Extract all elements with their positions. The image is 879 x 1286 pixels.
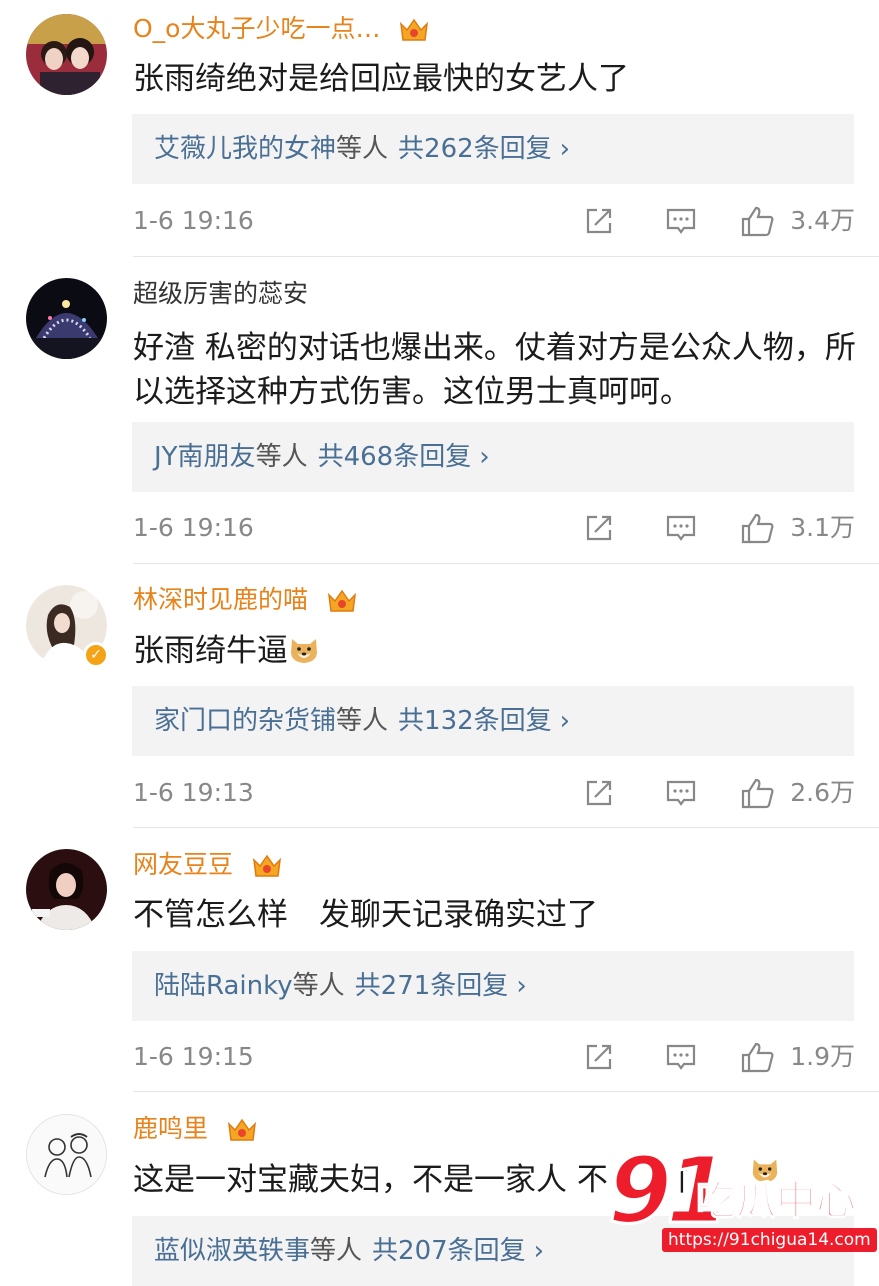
reply-users[interactable]: 家门口的杂货铺	[154, 706, 336, 736]
comment-icon[interactable]	[665, 777, 697, 809]
reply-count[interactable]: 共271条回复	[355, 971, 509, 1001]
comment-text: 好渣 私密的对话也爆出来。仗着对方是公众人物，所以选择这种方式伤害。这位男士真呵…	[133, 330, 856, 410]
comment-icon[interactable]	[665, 512, 697, 544]
reply-count[interactable]: 共207条回复	[372, 1236, 526, 1266]
like-count: 3.4万	[790, 206, 855, 235]
crown-badge-icon	[227, 1118, 256, 1141]
like-button[interactable]: 1.9万	[741, 1037, 855, 1077]
verified-badge-icon: ✓	[83, 642, 109, 668]
like-count: 2.6万	[790, 778, 855, 807]
divider	[133, 1091, 879, 1092]
username-text: 林深时见鹿的喵	[133, 585, 309, 614]
thumbs-up-icon	[741, 1042, 774, 1073]
timestamp: 1-6 19:15	[133, 1042, 254, 1071]
comment-meta: 1-6 19:15 1.9万	[133, 1037, 855, 1077]
reply-count[interactable]: 共468条回复	[318, 442, 472, 472]
divider	[133, 563, 879, 564]
reply-count[interactable]: 共132条回复	[398, 706, 552, 736]
doge-emoji	[291, 639, 317, 663]
reply-users[interactable]: 艾薇儿我的女神	[154, 134, 336, 164]
timestamp: 1-6 19:13	[133, 778, 254, 807]
comment-meta: 1-6 19:13 2.6万	[133, 773, 855, 813]
reply-suffix: 等人	[336, 134, 389, 164]
username-text: 鹿鸣里	[133, 1114, 209, 1143]
avatar[interactable]	[26, 14, 107, 95]
share-icon[interactable]	[583, 205, 615, 237]
divider	[133, 827, 879, 828]
like-count: 1.9万	[790, 1042, 855, 1071]
crown-badge-icon	[252, 854, 281, 877]
reply-suffix: 等人	[292, 971, 345, 1001]
crown-badge-icon	[327, 589, 356, 612]
watermark-url: https://91chigua14.com	[662, 1228, 877, 1252]
timestamp: 1-6 19:16	[133, 206, 254, 235]
comment-meta: 1-6 19:16 3.4万	[133, 201, 855, 241]
avatar[interactable]	[26, 849, 107, 930]
thumbs-up-icon	[741, 513, 774, 544]
share-icon[interactable]	[583, 1041, 615, 1073]
timestamp: 1-6 19:16	[133, 513, 254, 542]
comment-text-body: 这是一对宝藏夫妇，不是一家人 不	[133, 1162, 608, 1198]
username[interactable]: 鹿鸣里	[133, 1112, 258, 1146]
reply-suffix: 等人	[255, 442, 308, 472]
chevron-right-icon: ›	[516, 971, 527, 1001]
comment-icon[interactable]	[665, 205, 697, 237]
like-button[interactable]: 3.1万	[741, 508, 855, 548]
username-text: 超级厉害的蕊安	[133, 279, 309, 308]
chevron-right-icon: ›	[559, 134, 571, 164]
chevron-right-icon: ›	[533, 1236, 545, 1266]
like-button[interactable]: 2.6万	[741, 773, 855, 813]
username[interactable]: 林深时见鹿的喵	[133, 583, 358, 617]
thumbs-up-icon	[741, 206, 774, 237]
username[interactable]: O_o大丸子少吃一点…	[133, 12, 430, 46]
chevron-right-icon: ›	[559, 706, 571, 736]
like-button[interactable]: 3.4万	[741, 201, 855, 241]
comment-text: 张雨绮牛逼	[133, 629, 863, 673]
share-icon[interactable]	[583, 512, 615, 544]
divider	[133, 256, 879, 257]
reply-preview[interactable]: 艾薇儿我的女神等人 共262条回复 ›	[132, 114, 854, 184]
reply-preview[interactable]: JY南朋友等人 共468条回复 ›	[132, 422, 854, 492]
reply-users[interactable]: 蓝似淑英轶事	[154, 1236, 310, 1266]
reply-preview[interactable]: 陆陆Rainky等人 共271条回复 ›	[132, 951, 854, 1021]
comment-meta: 1-6 19:16 3.1万	[133, 508, 855, 548]
watermark-logo: 91 吃瓜中心 https://91chigua14.com	[606, 1136, 877, 1256]
reply-users[interactable]: 陆陆Rainky	[154, 971, 293, 1001]
thumbs-up-icon	[741, 778, 774, 809]
username-text: O_o大丸子少吃一点…	[133, 14, 381, 43]
chevron-right-icon: ›	[479, 442, 490, 472]
username[interactable]: 网友豆豆	[133, 848, 283, 882]
watermark-name: 吃瓜中心	[695, 1177, 857, 1225]
comment-icon[interactable]	[665, 1041, 697, 1073]
reply-preview[interactable]: 家门口的杂货铺等人 共132条回复 ›	[132, 686, 854, 756]
comment-text-body: 张雨绮牛逼	[133, 633, 288, 669]
username-text: 网友豆豆	[133, 850, 234, 879]
comment-text: 张雨绮绝对是给回应最快的女艺人了	[133, 61, 629, 97]
reply-suffix: 等人	[336, 706, 389, 736]
comment-text: 不管怎么样 发聊天记录确实过了	[133, 897, 598, 933]
avatar[interactable]	[26, 1114, 107, 1195]
username[interactable]: 超级厉害的蕊安	[133, 277, 308, 311]
share-icon[interactable]	[583, 777, 615, 809]
reply-users[interactable]: JY南朋友	[154, 442, 256, 472]
reply-suffix: 等人	[310, 1236, 363, 1266]
reply-count[interactable]: 共262条回复	[398, 134, 552, 164]
avatar[interactable]: ✓	[26, 585, 109, 668]
avatar[interactable]	[26, 278, 107, 359]
like-count: 3.1万	[790, 513, 855, 542]
crown-badge-icon	[400, 18, 429, 41]
